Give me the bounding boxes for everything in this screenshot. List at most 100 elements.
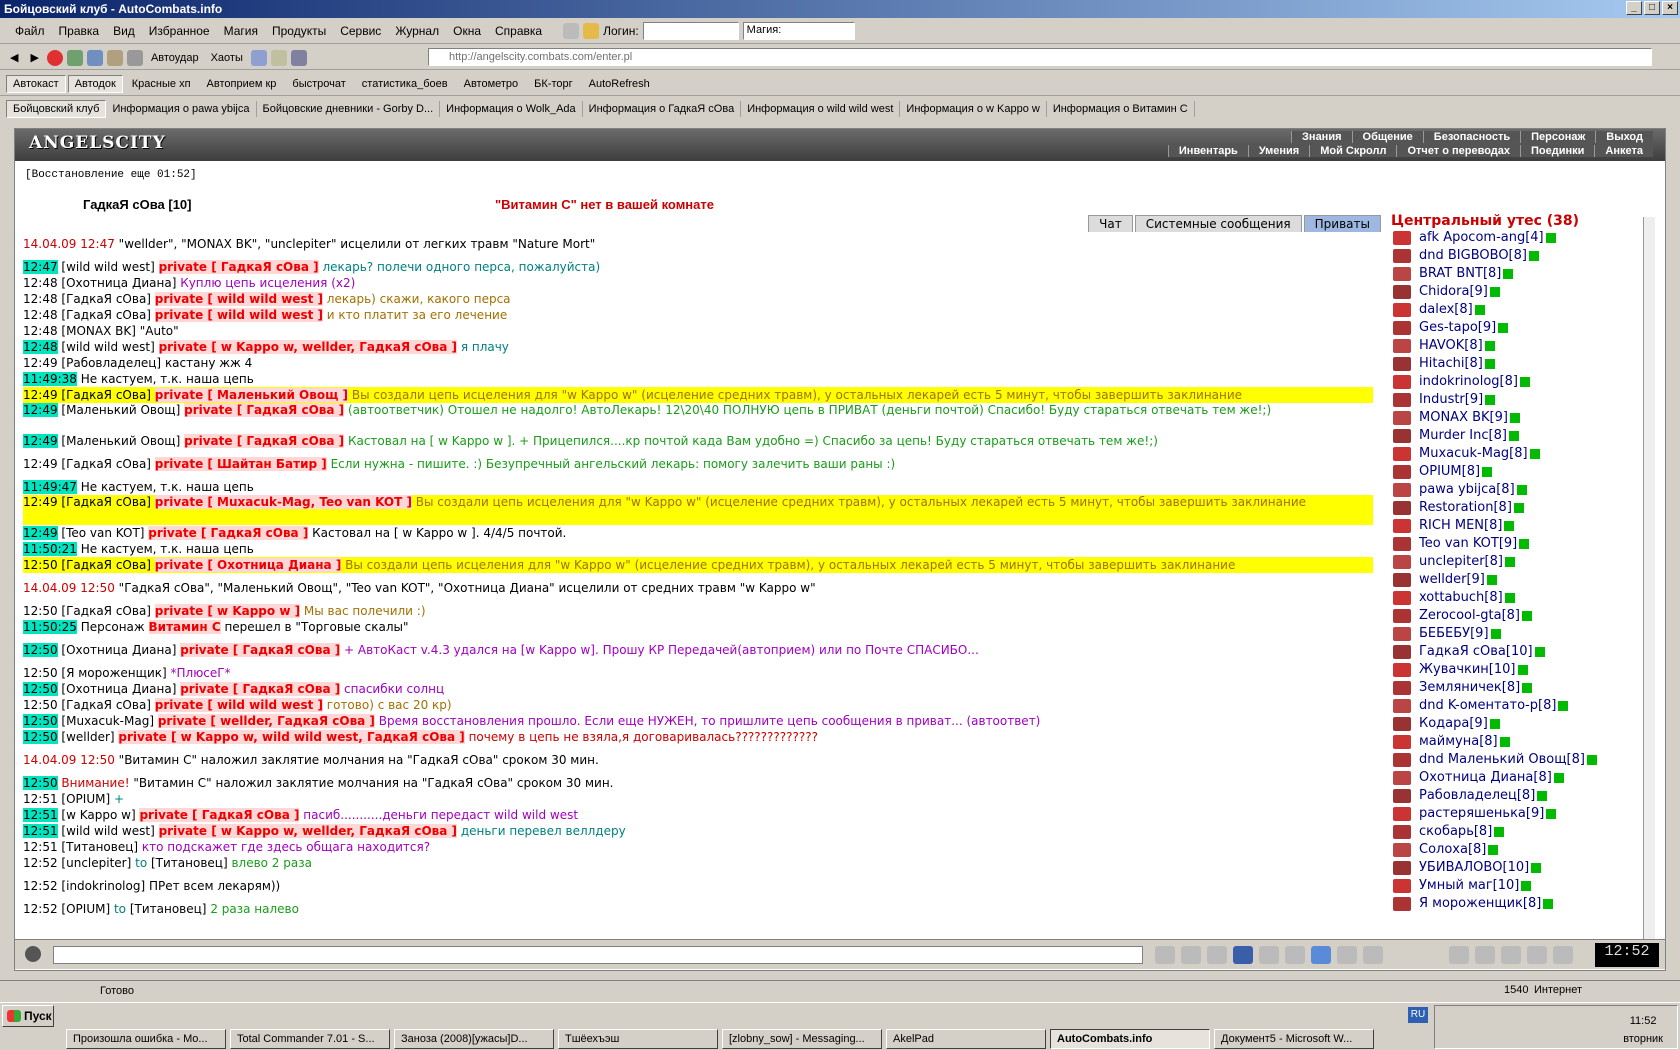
user-name[interactable]: маймуна[8] [1419, 734, 1498, 749]
chat-nick[interactable]: [w Kappo w] [61, 808, 139, 822]
private-target[interactable]: private [ wild wild west ] [154, 698, 323, 712]
info-icon[interactable] [1522, 682, 1533, 693]
user-name[interactable]: Рабовладелец[8] [1419, 788, 1535, 803]
info-icon[interactable] [1553, 772, 1564, 783]
chat-nick[interactable]: [wild wild west] [61, 260, 158, 274]
chat-nick[interactable]: [ГадкаЯ сОва] [61, 558, 154, 572]
private-target[interactable]: Витамин С [148, 620, 221, 634]
menu-windows[interactable]: Окна [446, 24, 488, 38]
clear-icon[interactable] [1181, 946, 1201, 964]
info-icon[interactable] [1534, 646, 1545, 657]
user-list-item[interactable]: pawa ybijca[8] [1389, 481, 1657, 499]
user-list-item[interactable]: indokrinolog[8] [1389, 373, 1657, 391]
user-name[interactable]: Кодара[9] [1419, 716, 1488, 731]
private-message-icon[interactable] [1393, 267, 1411, 281]
user-list-item[interactable]: Я мороженщик[8] [1389, 895, 1657, 913]
info-icon[interactable] [1517, 664, 1528, 675]
menu-magic[interactable]: Магия [217, 24, 265, 38]
private-target[interactable]: private [ w Kappo w, wellder, ГадкаЯ сОв… [158, 824, 457, 838]
user-name[interactable]: Industr[9] [1419, 392, 1483, 407]
private-message-icon[interactable] [1393, 753, 1411, 767]
menu-skills[interactable]: Умения [1247, 145, 1310, 157]
private-message-icon[interactable] [1393, 519, 1411, 533]
private-message-icon[interactable] [1393, 375, 1411, 389]
private-message-icon[interactable] [1393, 789, 1411, 803]
info-icon[interactable] [1488, 844, 1499, 855]
battle-icon[interactable] [1527, 946, 1547, 964]
chat-time[interactable]: 12:49 [23, 526, 58, 540]
private-message-icon[interactable] [1393, 411, 1411, 425]
user-name[interactable]: Солоха[8] [1419, 842, 1486, 857]
chat-nick[interactable]: [Teo van KOT] [61, 526, 148, 540]
user-name[interactable]: dnd BIGBOBO[8] [1419, 248, 1527, 263]
user-name[interactable]: Hitachi[8] [1419, 356, 1483, 371]
private-message-icon[interactable] [1393, 879, 1411, 893]
menu-exit[interactable]: Выход [1595, 131, 1653, 143]
chat-nick[interactable]: [Титановец] [61, 840, 141, 854]
close-button[interactable]: × [1662, 1, 1678, 15]
chat-time[interactable]: 12:51 [23, 824, 58, 838]
private-target[interactable]: private [ ГадкаЯ сОва ] [180, 643, 341, 657]
user-list-item[interactable]: скобарь[8] [1389, 823, 1657, 841]
chat-time[interactable]: 12:50 [23, 730, 58, 744]
private-message-icon[interactable] [1393, 627, 1411, 641]
user-name[interactable]: wellder[9] [1419, 572, 1485, 587]
map-icon[interactable] [1501, 946, 1521, 964]
user-name[interactable]: скобарь[8] [1419, 824, 1492, 839]
private-message-icon[interactable] [1393, 285, 1411, 299]
private-message-icon[interactable] [1393, 537, 1411, 551]
private-target[interactable]: private [ w Kappo w, wellder, ГадкаЯ сОв… [158, 340, 457, 354]
private-message-icon[interactable] [1393, 483, 1411, 497]
chat-nick[interactable]: [Маленький Овощ] [61, 403, 184, 417]
chat-time[interactable]: 11:49:38 [23, 372, 77, 386]
private-target[interactable]: private [ ГадкаЯ сОва ] [139, 808, 300, 822]
chat-input[interactable] [53, 946, 1143, 964]
back-button[interactable]: ◀ [6, 50, 22, 65]
tab-chat[interactable]: Чат [1088, 215, 1133, 232]
user-name[interactable]: Ges-tapo[9] [1419, 320, 1496, 335]
user-name[interactable]: indokrinolog[8] [1419, 374, 1518, 389]
user-name[interactable]: Restoration[8] [1419, 500, 1512, 515]
chat-nick[interactable]: [ГадкаЯ сОва] [61, 698, 154, 712]
menu-service[interactable]: Сервис [333, 24, 388, 38]
user-list-item[interactable]: ГадкаЯ сОва[10] [1389, 643, 1657, 661]
chat-time[interactable]: 12:50 [23, 604, 58, 618]
private-message-icon[interactable] [1393, 897, 1411, 911]
user-list-item[interactable]: MONAX BK[9] [1389, 409, 1657, 427]
scroll-icon[interactable] [1449, 946, 1469, 964]
user-list-item[interactable]: xottabuch[8] [1389, 589, 1657, 607]
fav-tab-kappo[interactable]: Информация о w Kappo w [900, 101, 1047, 117]
refresh-icon[interactable] [66, 49, 83, 66]
info-icon[interactable] [1484, 358, 1495, 369]
info-icon[interactable] [1519, 538, 1530, 549]
chat-nick[interactable]: [indokrinolog] [61, 879, 149, 893]
user-list-item[interactable]: Охотница Диана[8] [1389, 769, 1657, 787]
user-list-item[interactable]: УБИВАЛОВО[10] [1389, 859, 1657, 877]
fav-tab-vitamin[interactable]: Информация о Витамин С [1047, 101, 1195, 117]
chat-nick[interactable]: [ГадкаЯ сОва] [61, 604, 154, 618]
user-name[interactable]: УБИВАЛОВО[10] [1419, 860, 1529, 875]
user-name[interactable]: Zerocool-gta[8] [1419, 608, 1520, 623]
task-messaging[interactable]: [zlobny_sow] - Messaging... [722, 1029, 882, 1049]
user-list-item[interactable]: Industr[9] [1389, 391, 1657, 409]
chat-time[interactable]: 12:52 [23, 856, 58, 870]
info-icon[interactable] [1513, 502, 1524, 513]
link-red-hp[interactable]: Красные хп [125, 75, 198, 93]
user-list-item[interactable]: Restoration[8] [1389, 499, 1657, 517]
language-indicator[interactable]: RU [1408, 1007, 1428, 1023]
chat-nick[interactable]: [ГадкаЯ сОва] [61, 457, 154, 471]
user-name[interactable]: xottabuch[8] [1419, 590, 1503, 605]
chat-time[interactable]: 11:50:21 [23, 542, 77, 556]
private-message-icon[interactable] [1393, 735, 1411, 749]
user-list-item[interactable]: BRAT BNT[8] [1389, 265, 1657, 283]
private-target[interactable]: private [ ГадкаЯ сОва ] [184, 403, 345, 417]
chat-time[interactable]: 11:50:25 [23, 620, 77, 634]
info-icon[interactable] [1529, 448, 1540, 459]
private-target[interactable]: private [ wellder, ГадкаЯ сОва ] [157, 714, 375, 728]
private-message-icon[interactable] [1393, 861, 1411, 875]
translit-icon[interactable] [1285, 946, 1305, 964]
menu-edit[interactable]: Правка [52, 24, 107, 38]
haoty-button[interactable]: Хаоты [207, 51, 247, 65]
user-list-item[interactable]: Рабовладелец[8] [1389, 787, 1657, 805]
link-autokast[interactable]: Автокаст [6, 74, 66, 93]
